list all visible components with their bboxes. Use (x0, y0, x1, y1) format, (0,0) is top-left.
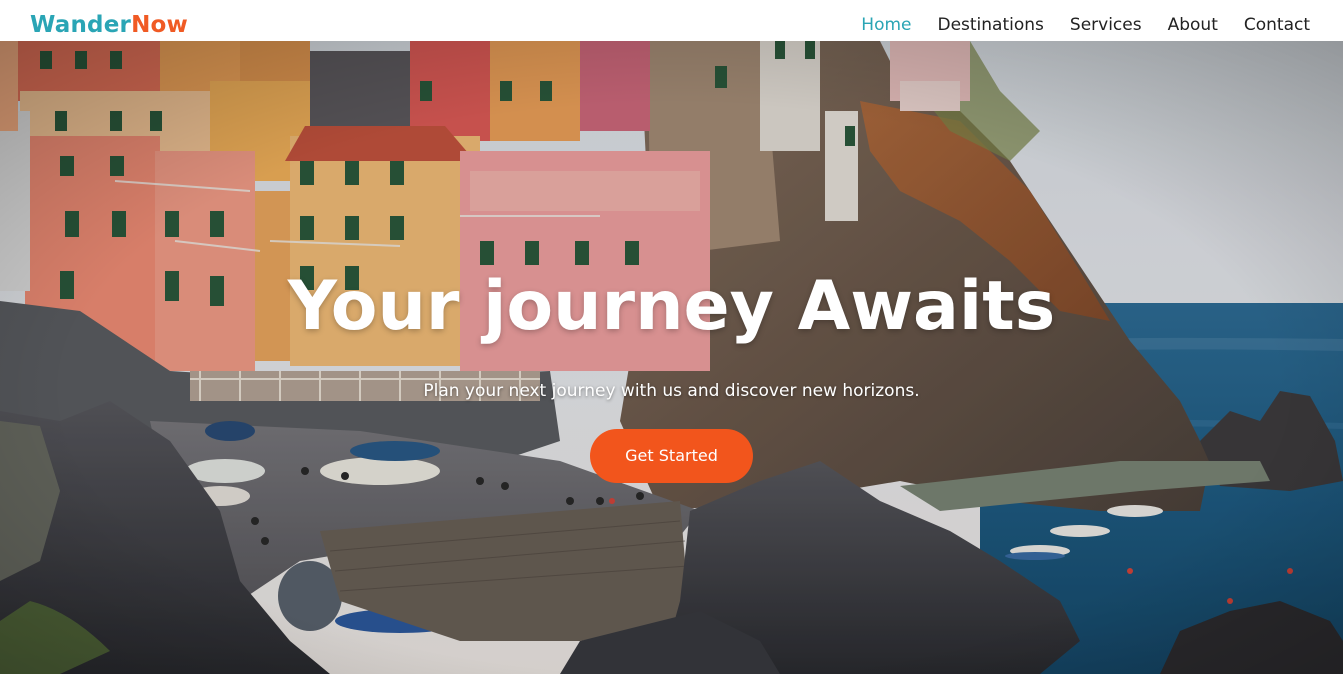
navbar: WanderNow Home Destinations Services Abo… (0, 0, 1343, 41)
nav-link-contact[interactable]: Contact (1244, 12, 1310, 38)
nav-link-destinations[interactable]: Destinations (937, 12, 1043, 38)
main-nav: Home Destinations Services About Contact (835, 12, 1310, 38)
page: WanderNow Home Destinations Services Abo… (0, 0, 1343, 684)
brand-name-part2: Now (131, 12, 188, 38)
nav-link-home[interactable]: Home (861, 12, 911, 38)
get-started-button[interactable]: Get Started (590, 429, 753, 483)
nav-link-services[interactable]: Services (1070, 12, 1142, 38)
page-bottom-strip (0, 674, 1343, 684)
hero-content: Your journey Awaits Plan your next journ… (0, 41, 1343, 674)
brand-logo[interactable]: WanderNow (30, 10, 188, 40)
hero-subtitle: Plan your next journey with us and disco… (423, 381, 920, 401)
hero-section: Your journey Awaits Plan your next journ… (0, 41, 1343, 674)
brand-name-part1: Wander (30, 12, 132, 38)
hero-title: Your journey Awaits (287, 267, 1056, 346)
nav-link-about[interactable]: About (1168, 12, 1218, 38)
